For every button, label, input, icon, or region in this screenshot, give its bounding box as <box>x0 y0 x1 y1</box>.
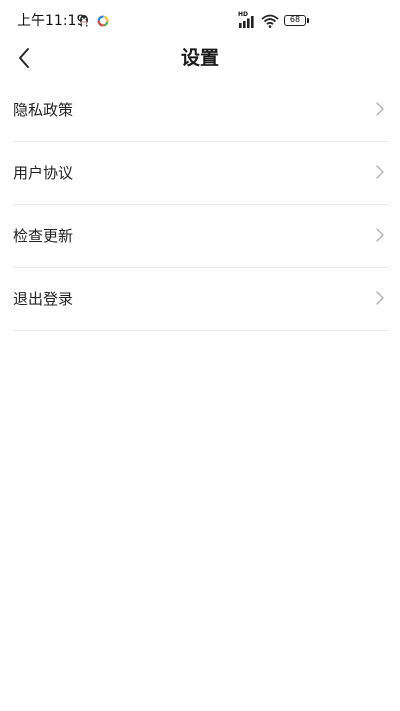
settings-page: 上午11:19 HD 68 设置 隐私政策 用户协议 检查更新 退出登录 <box>0 0 400 711</box>
list-item-label: 隐私政策 <box>13 101 74 119</box>
chevron-right-icon <box>376 102 384 116</box>
list-item-label: 退出登录 <box>13 290 74 308</box>
status-time: 上午11:19 <box>17 13 86 29</box>
battery-level: 68 <box>289 15 301 24</box>
battery-cap <box>307 18 309 23</box>
wifi-icon <box>261 14 279 28</box>
settings-item-logout[interactable]: 退出登录 <box>13 268 389 331</box>
app-notification-icon <box>97 15 109 27</box>
status-bar: 上午11:19 HD 68 <box>0 0 400 40</box>
chevron-right-icon <box>376 291 384 305</box>
list-item-label: 检查更新 <box>13 227 74 245</box>
chevron-right-icon <box>376 228 384 242</box>
signal-strength-icon <box>239 16 254 28</box>
list-item-label: 用户协议 <box>13 164 74 182</box>
settings-item-privacy-policy[interactable]: 隐私政策 <box>13 79 389 142</box>
settings-item-user-agreement[interactable]: 用户协议 <box>13 142 389 205</box>
settings-item-check-update[interactable]: 检查更新 <box>13 205 389 268</box>
qq-penguin-icon <box>80 15 88 27</box>
chevron-right-icon <box>376 165 384 179</box>
page-title: 设置 <box>180 47 219 69</box>
battery-icon: 68 <box>284 15 306 26</box>
header-bar: 设置 <box>0 40 400 76</box>
settings-list: 隐私政策 用户协议 检查更新 退出登录 <box>13 79 389 331</box>
